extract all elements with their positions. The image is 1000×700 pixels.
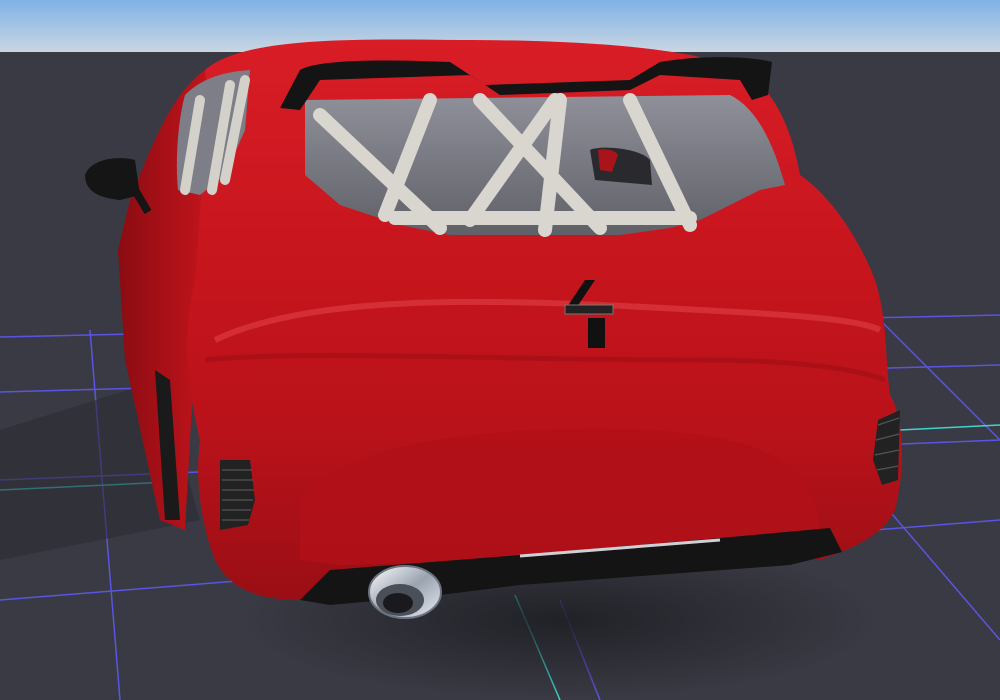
exhaust-pipe <box>368 565 442 619</box>
viewport-scene <box>0 0 1000 700</box>
